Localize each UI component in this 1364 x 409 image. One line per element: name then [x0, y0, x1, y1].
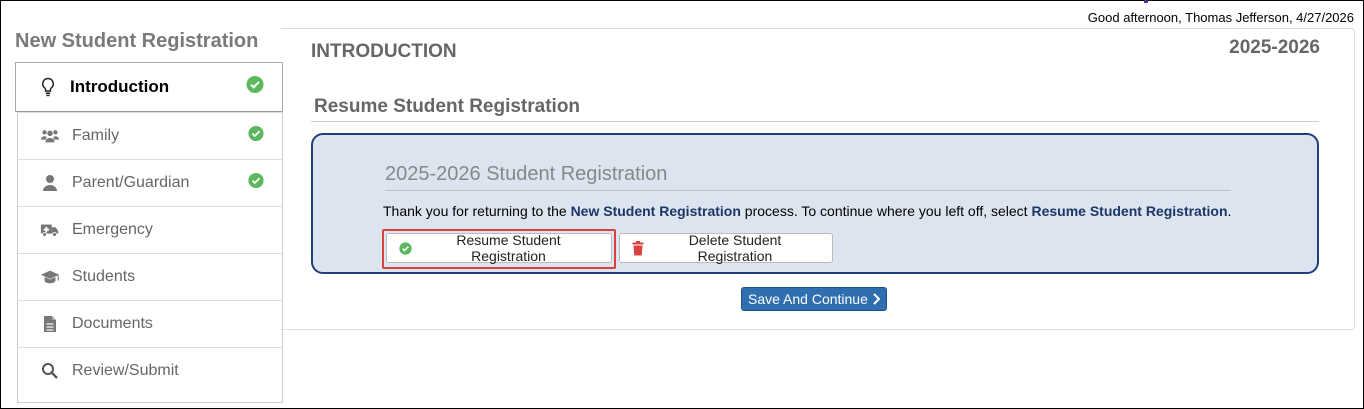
sidebar-item-documents[interactable]: Documents	[18, 300, 282, 347]
resume-panel: 2025-2026 Student Registration Thank you…	[311, 133, 1319, 274]
sidebar-item-parent-guardian[interactable]: Parent/Guardian	[18, 159, 282, 206]
resume-button-label: Resume Student Registration	[456, 232, 561, 264]
main-content: INTRODUCTION 2025-2026 Resume Student Re…	[281, 28, 1355, 330]
check-circle-icon	[248, 172, 264, 194]
sidebar-title: New Student Registration	[15, 30, 259, 52]
sidebar-item-label: Introduction	[70, 77, 170, 96]
greeting-text: Good afternoon, Thomas Jefferson, 4/27/2…	[1087, 10, 1354, 25]
sidebar-item-emergency[interactable]: Emergency	[18, 206, 282, 253]
sidebar-item-introduction[interactable]: Introduction	[15, 62, 283, 112]
delete-button-label: Delete Student Registration	[688, 232, 782, 264]
sidebar-item-label: Parent/Guardian	[72, 174, 190, 191]
delete-registration-button[interactable]: Delete Student Registration	[619, 232, 833, 264]
panel-message: Thank you for returning to the New Stude…	[383, 203, 1232, 219]
sidebar-item-label: Students	[72, 268, 136, 285]
sidebar-item-label: Family	[72, 127, 120, 144]
users-icon	[40, 128, 60, 144]
graduation-cap-icon	[40, 269, 60, 285]
school-year: 2025-2026	[1229, 37, 1320, 58]
sidebar-item-review-submit[interactable]: Review/Submit	[18, 347, 282, 394]
search-icon	[40, 362, 60, 380]
sidebar-item-label: Review/Submit	[72, 362, 179, 379]
check-circle-icon	[248, 125, 264, 147]
sidebar-item-label: Documents	[72, 315, 153, 332]
section-divider	[311, 121, 1319, 122]
trash-icon	[632, 240, 644, 256]
panel-title: 2025-2026 Student Registration	[385, 163, 668, 185]
check-circle-icon	[399, 241, 412, 255]
save-button-label: Save And Continue	[748, 291, 868, 307]
section-title: Resume Student Registration	[314, 96, 581, 117]
resume-registration-button[interactable]: Resume Student Registration	[386, 232, 612, 264]
check-circle-icon	[246, 76, 264, 99]
document-icon	[40, 315, 60, 333]
sidebar-nav: Introduction Family Parent/Guardian Emer…	[15, 62, 283, 403]
lightbulb-icon	[38, 77, 58, 97]
save-and-continue-button[interactable]: Save And Continue	[741, 287, 887, 311]
ambulance-icon	[40, 222, 60, 238]
page-title: INTRODUCTION	[311, 41, 457, 62]
brand-mark	[1144, 0, 1148, 3]
sidebar-item-label: Emergency	[72, 221, 153, 238]
user-icon	[40, 174, 60, 192]
panel-divider	[385, 190, 1231, 191]
sidebar-item-family[interactable]: Family	[18, 112, 282, 159]
sidebar-item-students[interactable]: Students	[18, 253, 282, 300]
chevron-right-icon	[873, 293, 880, 305]
